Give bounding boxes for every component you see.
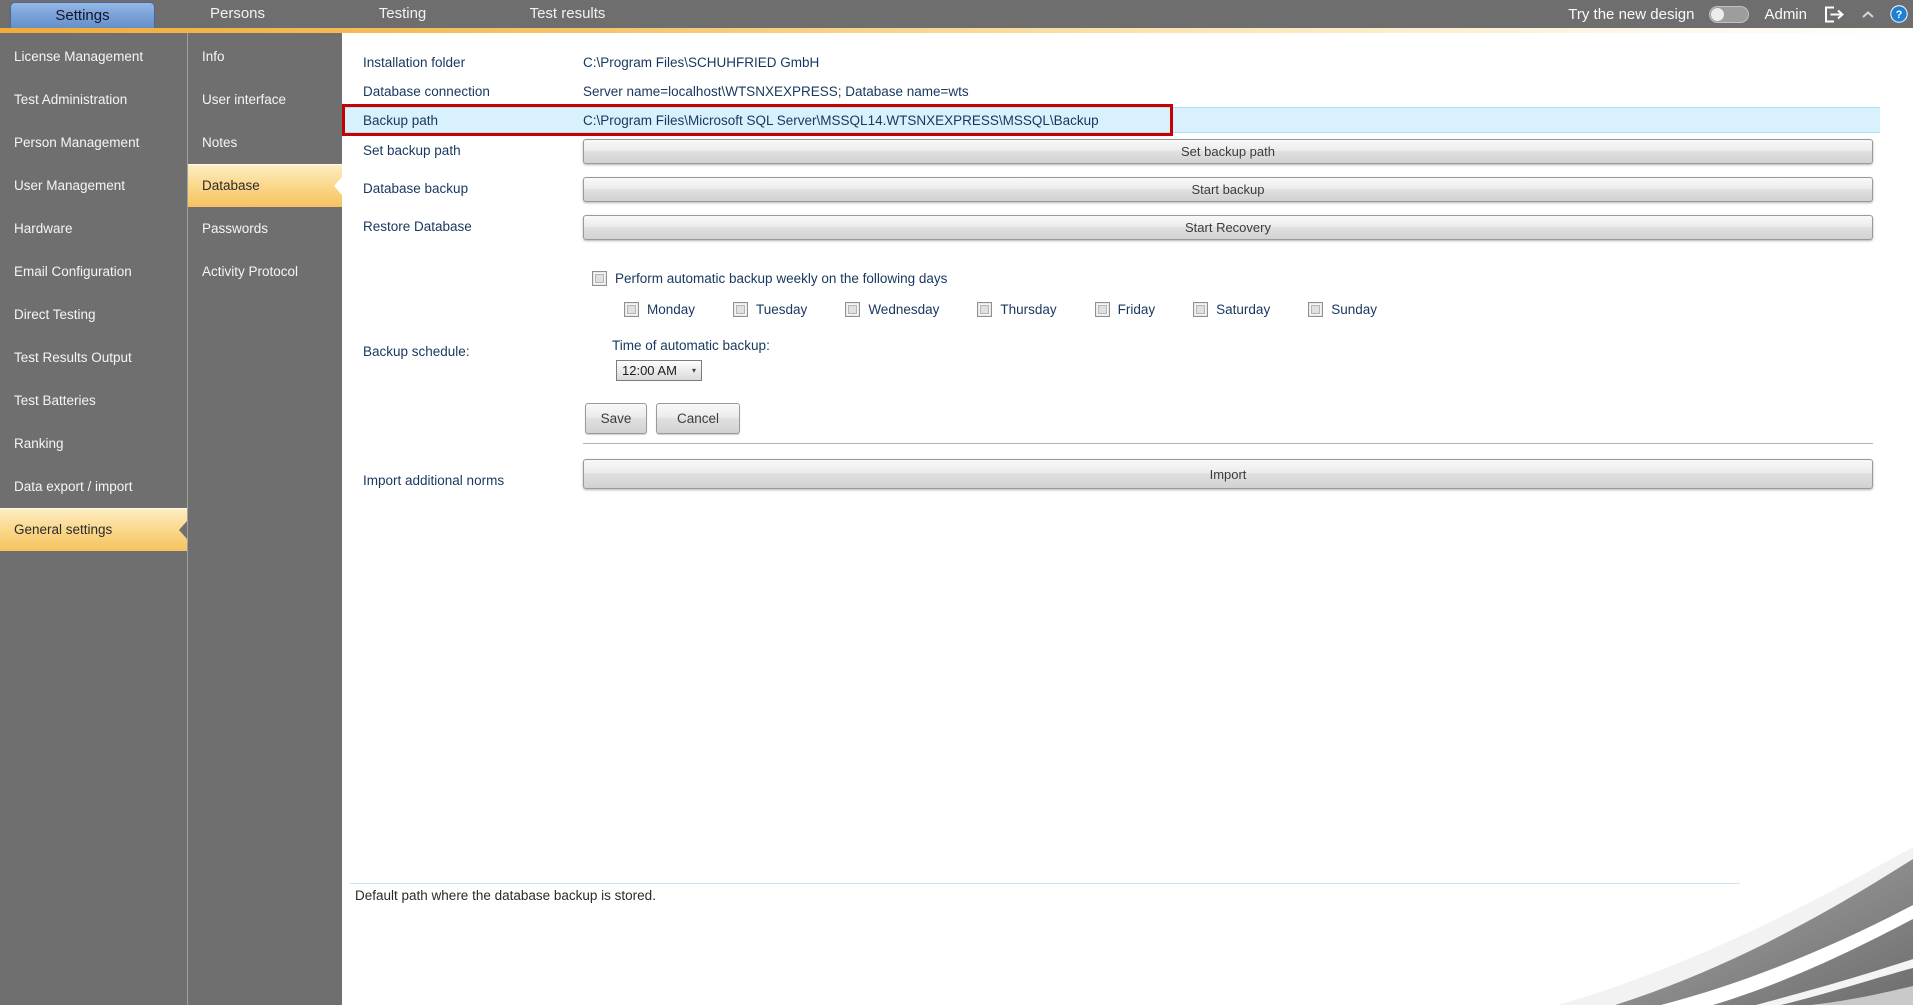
new-design-toggle[interactable]	[1709, 6, 1749, 23]
tab-settings[interactable]: Settings	[10, 2, 155, 28]
checkbox-inner	[595, 274, 604, 283]
sidebar-item-data-export-import[interactable]: Data export / import	[0, 465, 187, 508]
sidebar-item-ranking[interactable]: Ranking	[0, 422, 187, 465]
footer-divider	[350, 883, 1740, 884]
section-divider	[583, 443, 1873, 444]
import-norms-label: Import additional norms	[363, 473, 504, 488]
database-connection-label: Database connection	[363, 84, 583, 99]
save-button[interactable]: Save	[585, 403, 647, 434]
subsidebar-item-notes[interactable]: Notes	[188, 121, 342, 164]
subsidebar-item-passwords[interactable]: Passwords	[188, 207, 342, 250]
checkbox-inner	[1196, 305, 1205, 314]
backup-time-label: Time of automatic backup:	[612, 338, 770, 353]
subsidebar-item-label: Database	[202, 178, 260, 193]
checkbox-inner	[980, 305, 989, 314]
subsidebar-item-user-interface[interactable]: User interface	[188, 78, 342, 121]
day-label-monday: Monday	[647, 302, 695, 317]
database-connection-value: Server name=localhost\WTSNXEXPRESS; Data…	[583, 84, 969, 99]
set-backup-path-button[interactable]: Set backup path	[583, 139, 1873, 164]
sidebar-item-general-settings[interactable]: General settings	[0, 508, 187, 551]
day-label-thursday: Thursday	[1000, 302, 1056, 317]
day-checkbox-tuesday[interactable]	[733, 302, 748, 317]
footer-hint-text: Default path where the database backup i…	[355, 888, 656, 903]
day-checkbox-monday[interactable]	[624, 302, 639, 317]
top-bar-right: Try the new design Admin ?	[1568, 0, 1913, 28]
user-name-label: Admin	[1764, 6, 1807, 23]
subsidebar-item-info[interactable]: Info	[188, 35, 342, 78]
tab-persons[interactable]: Persons	[155, 0, 320, 28]
schedule-actions: Save Cancel	[585, 403, 740, 434]
backup-schedule-label: Backup schedule:	[363, 344, 470, 359]
sidebar-item-license-management[interactable]: License Management	[0, 35, 187, 78]
database-backup-label: Database backup	[363, 181, 468, 196]
day-label-wednesday: Wednesday	[868, 302, 939, 317]
top-bar: Settings Persons Testing Test results Tr…	[0, 0, 1913, 28]
help-icon[interactable]: ?	[1890, 5, 1908, 23]
backup-path-label: Backup path	[363, 113, 583, 128]
sidebar-item-label: General settings	[14, 522, 112, 537]
day-checkbox-sunday[interactable]	[1308, 302, 1323, 317]
logout-icon[interactable]	[1822, 5, 1846, 24]
start-recovery-button[interactable]: Start Recovery	[583, 215, 1873, 240]
backup-path-value: C:\Program Files\Microsoft SQL Server\MS…	[583, 113, 1099, 128]
sidebar-item-email-configuration[interactable]: Email Configuration	[0, 250, 187, 293]
installation-folder-label: Installation folder	[363, 55, 583, 70]
selected-notch	[179, 521, 187, 539]
tab-testing[interactable]: Testing	[320, 0, 485, 28]
settings-sub-sidebar: Info User interface Notes Database Passw…	[187, 33, 342, 1005]
sidebar-item-direct-testing[interactable]: Direct Testing	[0, 293, 187, 336]
day-checkbox-friday[interactable]	[1095, 302, 1110, 317]
sidebar-item-test-results-output[interactable]: Test Results Output	[0, 336, 187, 379]
sidebar-item-test-batteries[interactable]: Test Batteries	[0, 379, 187, 422]
backup-time-value: 12:00 AM	[622, 363, 677, 378]
sidebar-item-hardware[interactable]: Hardware	[0, 207, 187, 250]
weekly-backup-row: Perform automatic backup weekly on the f…	[592, 271, 947, 286]
day-checkbox-thursday[interactable]	[977, 302, 992, 317]
import-button[interactable]: Import	[583, 459, 1873, 489]
backup-path-highlight-row[interactable]: Backup path C:\Program Files\Microsoft S…	[343, 107, 1880, 133]
tab-test-results[interactable]: Test results	[485, 0, 650, 28]
cancel-button[interactable]: Cancel	[656, 403, 740, 434]
backup-time-dropdown[interactable]: 12:00 AM ▾	[616, 360, 702, 381]
try-new-design-label: Try the new design	[1568, 6, 1694, 23]
day-checkbox-wednesday[interactable]	[845, 302, 860, 317]
day-label-friday: Friday	[1118, 302, 1156, 317]
main-sidebar: License Management Test Administration P…	[0, 33, 187, 1005]
set-backup-path-label: Set backup path	[363, 143, 461, 158]
day-checkbox-saturday[interactable]	[1193, 302, 1208, 317]
day-label-tuesday: Tuesday	[756, 302, 807, 317]
checkbox-inner	[848, 305, 857, 314]
main-tabs: Settings Persons Testing Test results	[0, 0, 650, 28]
weekly-backup-checkbox[interactable]	[592, 271, 607, 286]
day-label-saturday: Saturday	[1216, 302, 1270, 317]
checkbox-inner	[1098, 305, 1107, 314]
dropdown-arrow-icon: ▾	[692, 366, 696, 375]
svg-text:?: ?	[1896, 9, 1903, 21]
start-backup-button[interactable]: Start backup	[583, 177, 1873, 202]
subsidebar-item-database[interactable]: Database	[188, 164, 342, 207]
sidebar-item-test-administration[interactable]: Test Administration	[0, 78, 187, 121]
installation-folder-value: C:\Program Files\SCHUHFRIED GmbH	[583, 55, 819, 70]
subsidebar-item-activity-protocol[interactable]: Activity Protocol	[188, 250, 342, 293]
database-connection-row: Database connection Server name=localhos…	[363, 84, 969, 99]
installation-folder-row: Installation folder C:\Program Files\SCH…	[363, 55, 819, 70]
weekday-checkboxes: Monday Tuesday Wednesday Thursday Friday…	[624, 302, 1377, 317]
checkbox-inner	[1311, 305, 1320, 314]
decorative-swoosh	[1543, 847, 1913, 1005]
selected-notch	[334, 177, 342, 195]
sidebar-item-user-management[interactable]: User Management	[0, 164, 187, 207]
toggle-knob	[1711, 8, 1724, 21]
restore-database-label: Restore Database	[363, 219, 472, 234]
day-label-sunday: Sunday	[1331, 302, 1377, 317]
weekly-backup-label: Perform automatic backup weekly on the f…	[615, 271, 947, 286]
checkbox-inner	[736, 305, 745, 314]
chevron-up-icon[interactable]	[1861, 10, 1875, 19]
sidebar-item-person-management[interactable]: Person Management	[0, 121, 187, 164]
checkbox-inner	[627, 305, 636, 314]
